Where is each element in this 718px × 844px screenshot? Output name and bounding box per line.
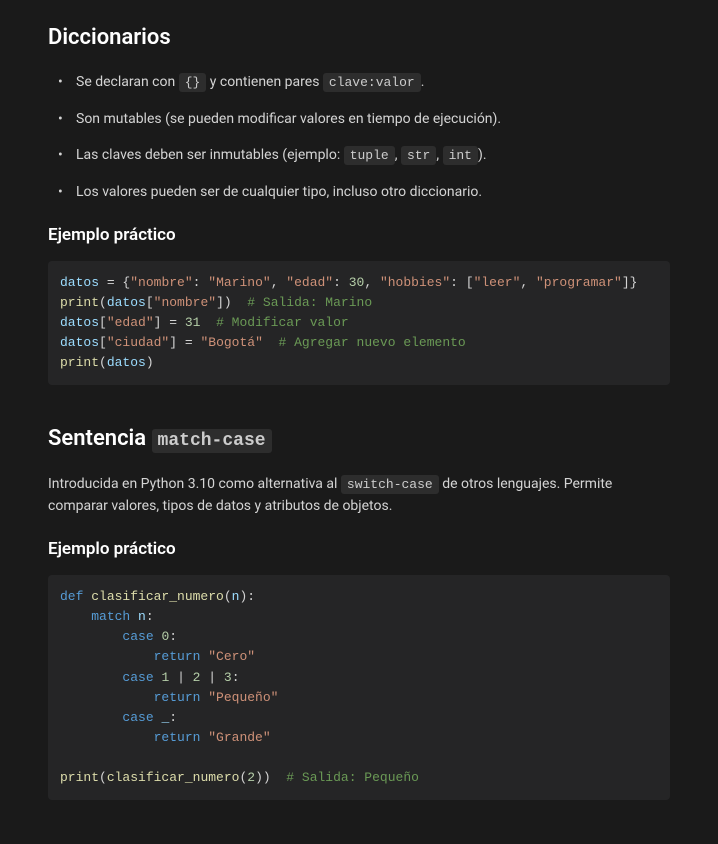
inline-code: {} <box>179 73 207 92</box>
inline-code: tuple <box>344 146 395 165</box>
list-item: Los valores pueden ser de cualquier tipo… <box>48 181 670 203</box>
heading-match-case: Sentencia match-case <box>48 421 670 456</box>
example-heading: Ejemplo práctico <box>48 222 670 249</box>
text: ). <box>478 147 487 163</box>
code-block[interactable]: datos = {"nombre": "Marino", "edad": 30,… <box>48 261 670 386</box>
text: Los valores pueden ser de cualquier tipo… <box>76 184 482 200</box>
list-item: Se declaran con {} y contienen pares cla… <box>48 71 670 94</box>
text: . <box>421 74 425 90</box>
inline-code: clave:valor <box>323 73 421 92</box>
paragraph: Introducida en Python 3.10 como alternat… <box>48 473 670 518</box>
section-match-case: Sentencia match-case Introducida en Pyth… <box>48 421 670 800</box>
text: Se declaran con <box>76 74 179 90</box>
example-heading: Ejemplo práctico <box>48 536 670 563</box>
inline-code: switch-case <box>341 475 439 494</box>
text: Son mutables (se pueden modificar valore… <box>76 111 501 127</box>
list-item: Son mutables (se pueden modificar valore… <box>48 108 670 130</box>
code-block[interactable]: def clasificar_numero(n): match n: case … <box>48 575 670 800</box>
inline-code: str <box>401 146 436 165</box>
text: , <box>436 147 442 163</box>
text: y contienen pares <box>206 74 323 90</box>
code-content: def clasificar_numero(n): match n: case … <box>60 587 658 788</box>
text: , <box>395 147 401 163</box>
heading-diccionarios: Diccionarios <box>48 20 670 55</box>
text: Introducida en Python 3.10 como alternat… <box>48 476 341 492</box>
text: Sentencia <box>48 426 152 451</box>
inline-code: match-case <box>152 429 272 453</box>
list-item: Las claves deben ser inmutables (ejemplo… <box>48 144 670 167</box>
text: Las claves deben ser inmutables (ejemplo… <box>76 147 344 163</box>
section-diccionarios: Diccionarios Se declaran con {} y contie… <box>48 20 670 385</box>
code-content: datos = {"nombre": "Marino", "edad": 30,… <box>60 273 658 374</box>
inline-code: int <box>443 146 478 165</box>
bullet-list: Se declaran con {} y contienen pares cla… <box>48 71 670 203</box>
